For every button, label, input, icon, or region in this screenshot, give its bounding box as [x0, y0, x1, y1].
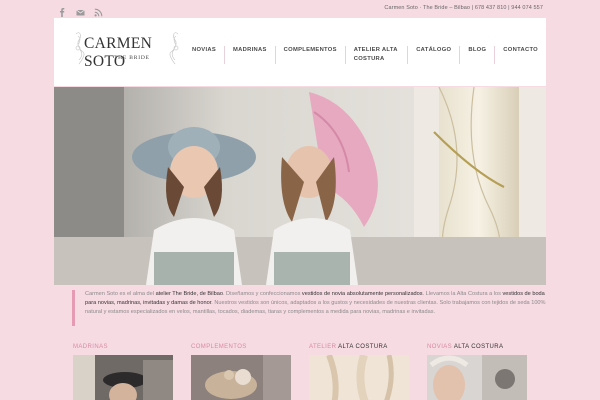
intro-link-atelier[interactable]: atelier The Bride, de Bilbao — [156, 291, 223, 297]
mail-icon[interactable] — [76, 4, 85, 16]
section-title-dark: ALTA COSTURA — [336, 344, 388, 350]
section-complementos[interactable]: COMPLEMENTOS — [191, 344, 291, 400]
header: CARMEN SOTO THE BRIDE NOVIAS MADRINAS CO… — [54, 18, 546, 86]
nav-complementos[interactable]: COMPLEMENTOS — [276, 46, 346, 64]
section-thumbnail[interactable] — [191, 355, 291, 400]
section-atelier-alta-costura[interactable]: ATELIER ALTA COSTURA — [309, 344, 409, 400]
section-title-pink: NOVIAS — [427, 344, 453, 350]
intro-text-part: . Diseñamos y confeccionamos — [222, 291, 302, 297]
section-thumbnail[interactable] — [309, 355, 409, 400]
section-novias-alta-costura[interactable]: NOVIAS ALTA COSTURA — [427, 344, 527, 400]
section-title-pink: MADRINAS — [73, 344, 108, 350]
main-nav: NOVIAS MADRINAS COMPLEMENTOS ATELIER ALT… — [192, 46, 546, 64]
logo-name: CARMEN SOTO — [84, 35, 153, 70]
section-title: COMPLEMENTOS — [191, 344, 291, 355]
section-title-pink: COMPLEMENTOS — [191, 344, 247, 350]
nav-contacto[interactable]: CONTACTO — [495, 46, 546, 64]
nav-madrinas[interactable]: MADRINAS — [225, 46, 276, 64]
top-bar: Carmen Soto · The Bride – Bilbao | 678 4… — [0, 0, 600, 18]
section-thumbnail[interactable] — [73, 355, 173, 400]
nav-atelier-alta-costura[interactable]: ATELIER ALTA COSTURA — [346, 46, 409, 64]
social-links — [58, 4, 103, 17]
intro-text-part: . Llevamos la Alta Costura a los — [422, 291, 503, 297]
nav-novias[interactable]: NOVIAS — [192, 46, 226, 64]
nav-blog[interactable]: BLOG — [460, 46, 496, 64]
contact-info: Carmen Soto · The Bride – Bilbao | 678 4… — [384, 5, 543, 11]
section-title: MADRINAS — [73, 344, 173, 355]
logo[interactable]: CARMEN SOTO THE BRIDE — [74, 28, 180, 72]
nav-catalogo[interactable]: CATÁLOGO — [408, 46, 461, 64]
intro-link-vestidos-novia[interactable]: vestidos de novia absolutamente personal… — [302, 291, 423, 297]
rss-icon[interactable] — [94, 4, 103, 17]
facebook-icon[interactable] — [58, 4, 67, 17]
section-thumbnail[interactable] — [427, 355, 527, 400]
intro-text: Carmen Soto es el alma del atelier The B… — [72, 290, 548, 326]
section-title-dark: ALTA COSTURA — [452, 344, 504, 350]
logo-subtitle: THE BRIDE — [114, 55, 150, 61]
section-madrinas[interactable]: MADRINAS — [73, 344, 173, 400]
hero-image — [54, 87, 546, 285]
section-title: ATELIER ALTA COSTURA — [309, 344, 409, 355]
section-title-pink: ATELIER — [309, 344, 337, 350]
section-title: NOVIAS ALTA COSTURA — [427, 344, 527, 355]
intro-text-part: Carmen Soto es el alma del — [85, 291, 156, 297]
